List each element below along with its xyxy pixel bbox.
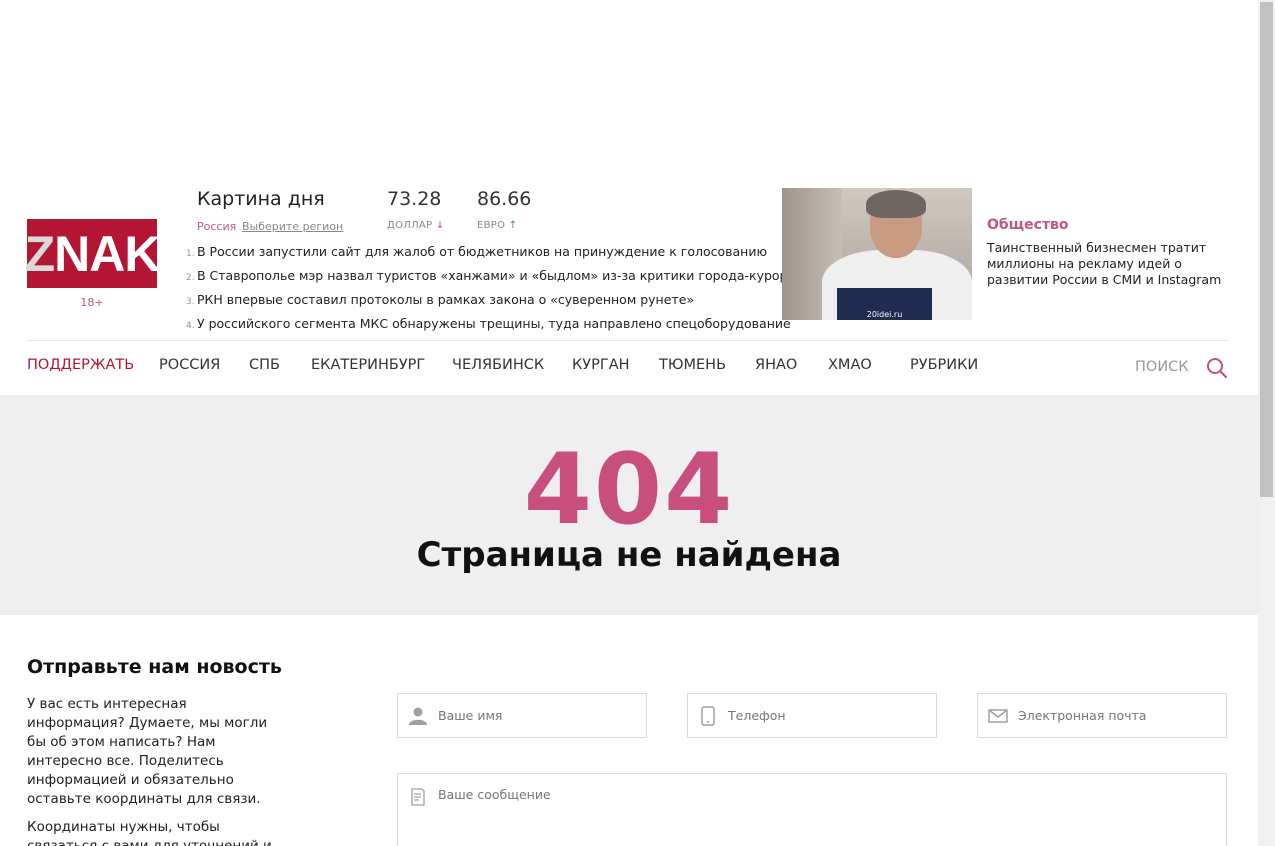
usd-rate-label: ДОЛЛАР ↓ xyxy=(387,220,445,231)
form-description-2: Координаты нужны, чтобы связаться с вами… xyxy=(27,819,272,846)
scrollbar-thumb[interactable] xyxy=(1260,2,1273,497)
nav-divider xyxy=(27,340,1227,341)
eur-rate-value: 86.66 xyxy=(477,188,532,210)
eur-label-text: ЕВРО xyxy=(477,220,506,231)
email-input[interactable] xyxy=(1018,708,1218,723)
news-number: 1. xyxy=(186,249,195,259)
image-book: 20idei.ru xyxy=(837,288,932,320)
nav-item-russia[interactable]: РОССИЯ xyxy=(159,357,220,373)
eur-rate-label: ЕВРО ↑ xyxy=(477,220,517,231)
feature-headline-link[interactable]: Таинственный бизнесмен тратит миллионы н… xyxy=(987,240,1237,288)
phone-field-box xyxy=(687,693,937,738)
message-icon xyxy=(398,787,438,807)
nav-item-chelyabinsk[interactable]: ЧЕЛЯБИНСК xyxy=(452,357,544,373)
search-label[interactable]: ПОИСК xyxy=(1135,359,1189,375)
news-number: 4. xyxy=(186,321,195,331)
phone-input[interactable] xyxy=(728,708,928,723)
logo-z: Z xyxy=(24,225,56,282)
name-field-box xyxy=(397,693,647,738)
error-code: 404 xyxy=(523,433,735,547)
list-item: 1. В России запустили сайт для жалоб от б… xyxy=(186,241,802,265)
usd-label-text: ДОЛЛАР xyxy=(387,220,433,231)
current-region: Россия xyxy=(197,220,237,233)
nav-item-spb[interactable]: СПБ xyxy=(249,357,280,373)
news-link[interactable]: В России запустили сайт для жалоб от бюд… xyxy=(197,244,767,259)
form-description: У вас есть интересная информация? Думает… xyxy=(27,696,268,807)
feature-category-link[interactable]: Общество xyxy=(987,217,1069,233)
vertical-scrollbar[interactable] xyxy=(1258,0,1275,846)
nav-item-kurgan[interactable]: КУРГАН xyxy=(572,357,630,373)
email-field-box xyxy=(977,693,1227,738)
news-number: 2. xyxy=(186,273,195,283)
select-region-link[interactable]: Выберите регион xyxy=(242,220,343,233)
news-link[interactable]: РКН впервые составил протоколы в рамках … xyxy=(197,292,694,307)
list-item: 3. РКН впервые составил протоколы в рамка… xyxy=(186,289,802,313)
nav-item-support[interactable]: ПОДДЕРЖАТЬ xyxy=(27,357,134,373)
site-logo[interactable]: Z NAK xyxy=(24,219,160,288)
arrow-down-icon: ↓ xyxy=(435,220,445,231)
message-input[interactable] xyxy=(438,787,1198,846)
news-link[interactable]: В Ставрополье мэр назвал туристов «ханжа… xyxy=(197,268,802,283)
nav-item-hmao[interactable]: ХМАО xyxy=(828,357,872,373)
kartina-dnya-title: Картина дня xyxy=(197,188,325,210)
nav-item-yanao[interactable]: ЯНАО xyxy=(755,357,797,373)
list-item: 4. У российского сегмента МКС обнаружены … xyxy=(186,313,802,337)
age-rating: 18+ xyxy=(80,296,104,309)
main-nav: ПОДДЕРЖАТЬ РОССИЯ СПБ ЕКАТЕРИНБУРГ ЧЕЛЯБ… xyxy=(27,357,1227,381)
page: Z NAK 18+ Картина дня Россия Выберите рег… xyxy=(0,0,1258,846)
arrow-up-icon: ↑ xyxy=(508,220,518,231)
nav-item-rubrics[interactable]: РУБРИКИ xyxy=(910,357,978,373)
top-news-list: 1. В России запустили сайт для жалоб от б… xyxy=(186,241,802,337)
news-link[interactable]: У российского сегмента МКС обнаружены тр… xyxy=(197,316,791,331)
mail-icon xyxy=(978,708,1018,723)
list-item: 2. В Ставрополье мэр назвал туристов «хан… xyxy=(186,265,802,289)
form-title: Отправьте нам новость xyxy=(27,656,282,678)
search-icon[interactable] xyxy=(1205,356,1229,380)
news-number: 3. xyxy=(186,297,195,307)
nav-item-tyumen[interactable]: ТЮМЕНЬ xyxy=(659,357,726,373)
error-message: Страница не найдена xyxy=(416,535,842,575)
user-icon xyxy=(398,706,438,726)
usd-rate-value: 73.28 xyxy=(387,188,442,210)
phone-icon xyxy=(688,705,728,726)
image-hair xyxy=(866,190,926,218)
message-field-box xyxy=(397,773,1227,846)
name-input[interactable] xyxy=(438,708,638,723)
feature-image[interactable]: 20idei.ru xyxy=(782,188,972,320)
nav-item-ekaterinburg[interactable]: ЕКАТЕРИНБУРГ xyxy=(311,357,425,373)
logo-text: NAK xyxy=(54,225,160,282)
